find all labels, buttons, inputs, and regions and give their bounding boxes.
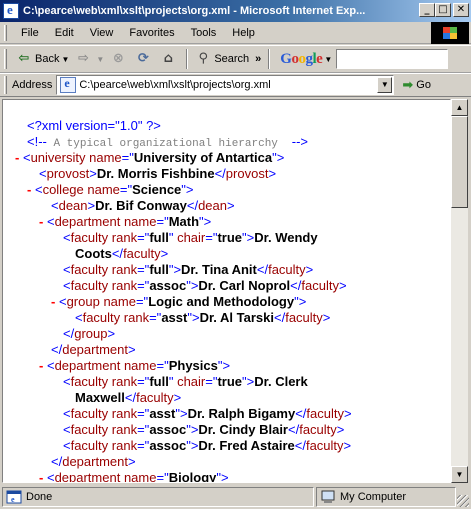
google-logo[interactable]: Google — [280, 51, 323, 68]
search-button[interactable]: ⚲ Search — [192, 48, 252, 70]
xml-node-faculty: <faculty rank="asst">Dr. Al Tarski</facu… — [75, 310, 331, 325]
xml-node-group-close: </group> — [63, 326, 116, 341]
collapse-toggle[interactable]: - — [15, 150, 19, 165]
menu-file[interactable]: File — [13, 27, 47, 39]
menu-bar: File Edit View Favorites Tools Help — [0, 22, 471, 44]
xml-node-faculty-cont: Maxwell</faculty> — [75, 390, 182, 405]
xml-node-department-physics: - <department name="Physics"> — [39, 358, 231, 373]
scroll-down-button[interactable]: ▼ — [451, 466, 468, 483]
go-button[interactable]: ➡ Go — [402, 78, 431, 93]
resize-grip[interactable] — [457, 495, 469, 507]
back-dropdown-icon[interactable]: ▼ — [61, 55, 69, 64]
page-icon — [60, 76, 77, 93]
forward-arrow-icon: ⇨ — [77, 51, 89, 66]
menu-edit[interactable]: Edit — [47, 27, 82, 39]
toolbar-grip[interactable] — [4, 49, 7, 69]
collapse-toggle[interactable]: - — [39, 214, 43, 229]
home-icon: ⌂ — [163, 51, 173, 66]
xml-node-faculty: <faculty rank="assoc">Dr. Fred Astaire</… — [63, 438, 352, 453]
xml-node-department-close: </department> — [51, 342, 136, 357]
refresh-button[interactable]: ⟳ — [132, 48, 157, 70]
back-arrow-icon: ⇦ — [18, 51, 30, 66]
status-panel: e Done — [2, 487, 314, 507]
xml-node-faculty: <faculty rank="assoc">Dr. Cindy Blair</f… — [63, 422, 345, 437]
window-title: C:\pearce\web\xml\xslt\projects\org.xml … — [23, 5, 366, 17]
back-label: Back — [35, 53, 60, 65]
search-label: Search — [214, 53, 250, 65]
xml-node-faculty: <faculty rank="full">Dr. Tina Anit</facu… — [63, 262, 314, 277]
back-button[interactable]: ⇦ Back ▼ — [13, 48, 72, 70]
vertical-scrollbar[interactable]: ▲ ▼ — [451, 99, 468, 483]
xml-node-college: - <college name="Science"> — [27, 182, 194, 197]
menu-grip[interactable] — [4, 24, 7, 41]
menu-help[interactable]: Help — [224, 27, 263, 39]
xml-declaration: <?xml version="1.0" ?> — [27, 118, 161, 133]
xml-node-group: - <group name="Logic and Methodology"> — [51, 294, 307, 309]
google-toolbar: Google ▼ — [280, 49, 449, 69]
address-bar: Address C:\pearce\web\xml\xslt\projects\… — [0, 73, 471, 97]
close-button[interactable]: ✕ — [453, 3, 469, 17]
forward-button[interactable]: ⇨ ▼ — [72, 48, 107, 70]
scroll-up-button[interactable]: ▲ — [451, 99, 468, 116]
toolbar-separator — [186, 49, 189, 69]
ie-icon[interactable] — [3, 2, 19, 19]
google-dropdown-icon[interactable]: ▼ — [324, 55, 332, 64]
scroll-thumb[interactable] — [451, 116, 468, 208]
zone-panel: My Computer — [316, 487, 456, 507]
google-search-input[interactable] — [336, 49, 449, 69]
xml-node-department-biology: - <department name="Biology"> — [39, 470, 229, 483]
xml-node-faculty: <faculty rank="asst">Dr. Ralph Bigamy</f… — [63, 406, 352, 421]
standard-toolbar: ⇦ Back ▼ ⇨ ▼ ⊗ ⟳ ⌂ ⚲ Search » Google ▼ — [0, 45, 471, 73]
collapse-toggle[interactable]: - — [39, 358, 43, 373]
collapse-toggle[interactable]: - — [39, 470, 43, 482]
menu-favorites[interactable]: Favorites — [121, 27, 182, 39]
collapse-toggle[interactable]: - — [27, 182, 31, 197]
go-label: Go — [416, 79, 431, 91]
svg-text:e: e — [11, 495, 15, 504]
address-label: Address — [12, 79, 53, 91]
minimize-button[interactable]: _ — [419, 3, 435, 17]
xml-node-provost: <provost>Dr. Morris Fishbine</provost> — [39, 166, 277, 181]
refresh-icon: ⟳ — [137, 51, 149, 66]
xml-node-university: - <university name="University of Antart… — [15, 150, 285, 165]
document-view[interactable]: <?xml version="1.0" ?> <!-- A typical or… — [2, 99, 451, 483]
collapse-toggle[interactable]: - — [51, 294, 55, 309]
stop-button[interactable]: ⊗ — [107, 48, 132, 70]
xml-node-department-close: </department> — [51, 454, 136, 469]
maximize-button[interactable]: □ — [435, 3, 451, 17]
address-grip[interactable] — [4, 76, 7, 94]
title-bar: C:\pearce\web\xml\xslt\projects\org.xml … — [0, 0, 471, 22]
status-bar: e Done My Computer — [0, 485, 471, 509]
toolbar-separator-2 — [268, 49, 271, 69]
go-arrow-icon: ➡ — [402, 77, 414, 93]
xml-node-faculty-cont: Coots</faculty> — [75, 246, 169, 261]
status-text: Done — [26, 491, 53, 503]
windows-logo-icon — [431, 22, 469, 44]
xml-node-department-math: - <department name="Math"> — [39, 214, 212, 229]
address-url[interactable]: C:\pearce\web\xml\xslt\projects\org.xml — [79, 79, 270, 91]
address-dropdown-icon[interactable]: ▼ — [377, 77, 393, 93]
xml-node-faculty: <faculty rank="full" chair="true">Dr. We… — [63, 230, 318, 245]
stop-icon: ⊗ — [112, 51, 124, 66]
search-icon: ⚲ — [198, 51, 209, 66]
xml-node-dean: <dean>Dr. Bif Conway</dean> — [51, 198, 235, 213]
home-button[interactable]: ⌂ — [157, 48, 182, 70]
page-done-icon: e — [6, 490, 22, 504]
menu-view[interactable]: View — [82, 27, 122, 39]
xml-node-faculty: <faculty rank="full" chair="true">Dr. Cl… — [63, 374, 308, 389]
address-input[interactable]: C:\pearce\web\xml\xslt\projects\org.xml … — [56, 75, 395, 95]
forward-dropdown-icon[interactable]: ▼ — [96, 55, 104, 64]
xml-node-faculty: <faculty rank="assoc">Dr. Carl Noprol</f… — [63, 278, 347, 293]
toolbar-overflow-chevron[interactable]: » — [252, 48, 264, 70]
zone-text: My Computer — [340, 491, 407, 503]
menu-tools[interactable]: Tools — [183, 27, 225, 39]
my-computer-icon — [321, 490, 335, 503]
